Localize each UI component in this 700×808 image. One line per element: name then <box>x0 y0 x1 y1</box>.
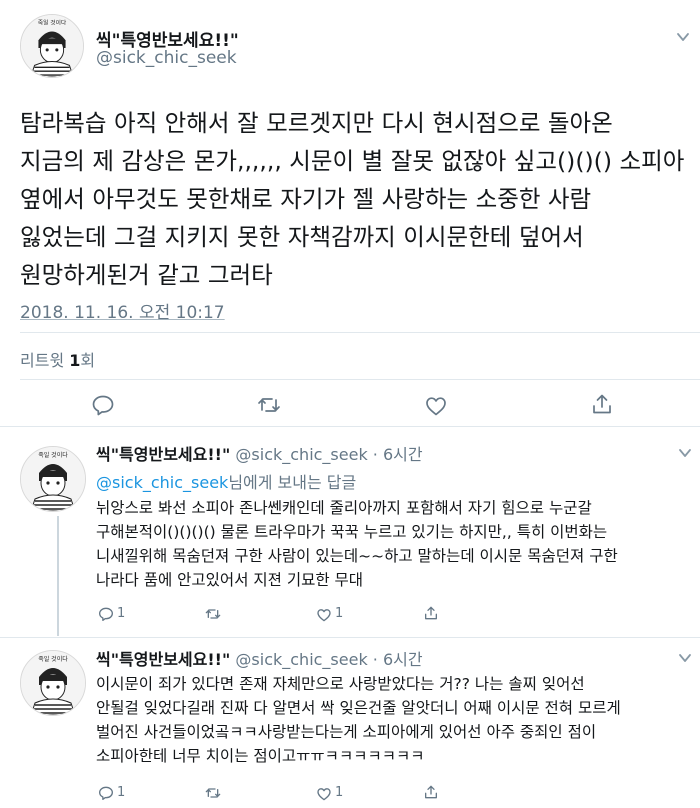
display-name[interactable]: 씩"특영반보세요!!" <box>96 445 230 464</box>
retweet-count: 1 <box>69 351 81 370</box>
retweet-stats[interactable]: 리트윗 1회 <box>20 347 95 371</box>
divider <box>20 332 700 333</box>
reply-text-line: 나라다 품에 안고있어서 지젼 기묘한 무대 <box>96 571 364 589</box>
retweet-label: 리트윗 <box>20 351 65 370</box>
share-icon[interactable] <box>590 392 614 416</box>
reply-text-line: 벌어진 사건들이었곸ㅋㅋ사랑받는다는게 소피아에게 있어선 아주 중죄인 점이 <box>96 723 597 741</box>
share-icon[interactable] <box>423 605 439 621</box>
tweet-text-line: 잃었는데 그걸 지키지 못한 자책감까지 이시문한테 덮어서 <box>20 223 584 251</box>
heart-icon[interactable] <box>316 786 332 802</box>
reply-text-line: 안될걸 잊었다길래 진짜 다 알면서 싹 잊은건줄 알앗더니 어째 이시문 전혀… <box>96 699 621 717</box>
tweet-text-line: 탐라복습 아직 안해서 잘 모르겟지만 다시 현시점으로 돌아온 <box>20 109 613 137</box>
reply-text-line: 니새낄위해 목숨던져 구한 사람이 있는데~~하고 말하는데 이시문 목숨던져 … <box>96 547 618 565</box>
thread-line <box>57 516 59 636</box>
avatar-caption: 죽일 것이다 <box>38 451 68 459</box>
reply-header: 씩"특영반보세요!!" @sick_chic_seek · 6시간 <box>96 441 423 465</box>
handle-time[interactable]: @sick_chic_seek · 6시간 <box>235 445 422 464</box>
retweet-suffix: 회 <box>80 351 96 370</box>
like-count: 1 <box>335 606 344 621</box>
reply-text: 이시문이 죄가 있다면 존재 자체만으로 사랑받았다는 거?? 나는 솔찌 잊어… <box>96 672 621 768</box>
divider <box>0 637 700 638</box>
handle[interactable]: @sick_chic_seek <box>96 48 237 68</box>
share-icon[interactable] <box>423 784 439 800</box>
display-name[interactable]: 씩"특영반보세요!!" <box>96 650 230 669</box>
handle-time[interactable]: @sick_chic_seek · 6시간 <box>235 650 422 669</box>
reply-count: 1 <box>117 785 126 800</box>
section-separator <box>0 426 700 436</box>
reply-icon[interactable] <box>98 606 114 622</box>
reply-context: @sick_chic_seek님에게 보내는 답글 <box>96 469 356 493</box>
tweet-timestamp[interactable]: 2018. 11. 16. 오전 10:17 <box>20 298 225 323</box>
reply-text: 뉘앙스로 봐선 소피아 존나쎈캐인데 줄리아까지 포함해서 자기 힘으로 누군갈… <box>96 496 618 592</box>
avatar[interactable]: 죽일 것이다 <box>20 446 86 512</box>
reply-mention-link[interactable]: @sick_chic_seek <box>96 473 228 492</box>
reply-context-suffix: 님에게 보내는 답글 <box>228 473 357 492</box>
tweet-text-line: 원망하게된거 같고 그러타 <box>20 261 273 289</box>
reply-header: 씩"특영반보세요!!" @sick_chic_seek · 6시간 <box>96 646 423 670</box>
reply-text-line: 뉘앙스로 봐선 소피아 존나쎈캐인데 줄리아까지 포함해서 자기 힘으로 누군갈 <box>96 499 592 517</box>
like-count: 1 <box>335 785 344 800</box>
chevron-down-icon[interactable] <box>678 651 692 665</box>
tweet-text-line: 옆에서 아무것도 못한채로 자기가 젤 사랑하는 소중한 사람 <box>20 185 592 213</box>
reply-text-line: 구해본적이()()()() 물론 트라우마가 꾹꾹 누르고 있기는 하지만,, … <box>96 523 608 541</box>
reply-text-line: 소피아한테 너무 치이는 점이고ㅠㅠㅋㅋㅋㅋㅋㅋㅋ <box>96 747 425 765</box>
retweet-icon[interactable] <box>257 393 281 417</box>
reply-icon[interactable] <box>98 785 114 801</box>
avatar[interactable]: 죽일 것이다 <box>20 14 84 78</box>
avatar-caption: 죽일 것이다 <box>38 655 68 663</box>
reply-icon[interactable] <box>91 393 115 417</box>
reply-text-line: 이시문이 죄가 있다면 존재 자체만으로 사랑받았다는 거?? 나는 솔찌 잊어… <box>96 675 585 693</box>
avatar-image: 죽일 것이다 <box>21 15 83 77</box>
heart-icon[interactable] <box>424 394 448 418</box>
avatar-image: 죽일 것이다 <box>21 651 85 715</box>
avatar-image: 죽일 것이다 <box>21 447 85 511</box>
retweet-icon[interactable] <box>205 606 221 622</box>
reply-count: 1 <box>117 606 126 621</box>
retweet-icon[interactable] <box>205 785 221 801</box>
tweet-text-line: 지금의 제 감상은 몬가,,,,,, 시문이 별 잘못 없잖아 싶고()()()… <box>20 147 685 175</box>
avatar[interactable]: 죽일 것이다 <box>20 650 86 716</box>
chevron-down-icon[interactable] <box>678 446 692 460</box>
tweet-text: 탐라복습 아직 안해서 잘 모르겟지만 다시 현시점으로 돌아온 지금의 제 감… <box>20 104 690 294</box>
divider <box>20 379 700 380</box>
avatar-caption: 죽일 것이다 <box>38 19 67 27</box>
heart-icon[interactable] <box>316 607 332 623</box>
chevron-down-icon[interactable] <box>676 30 690 44</box>
